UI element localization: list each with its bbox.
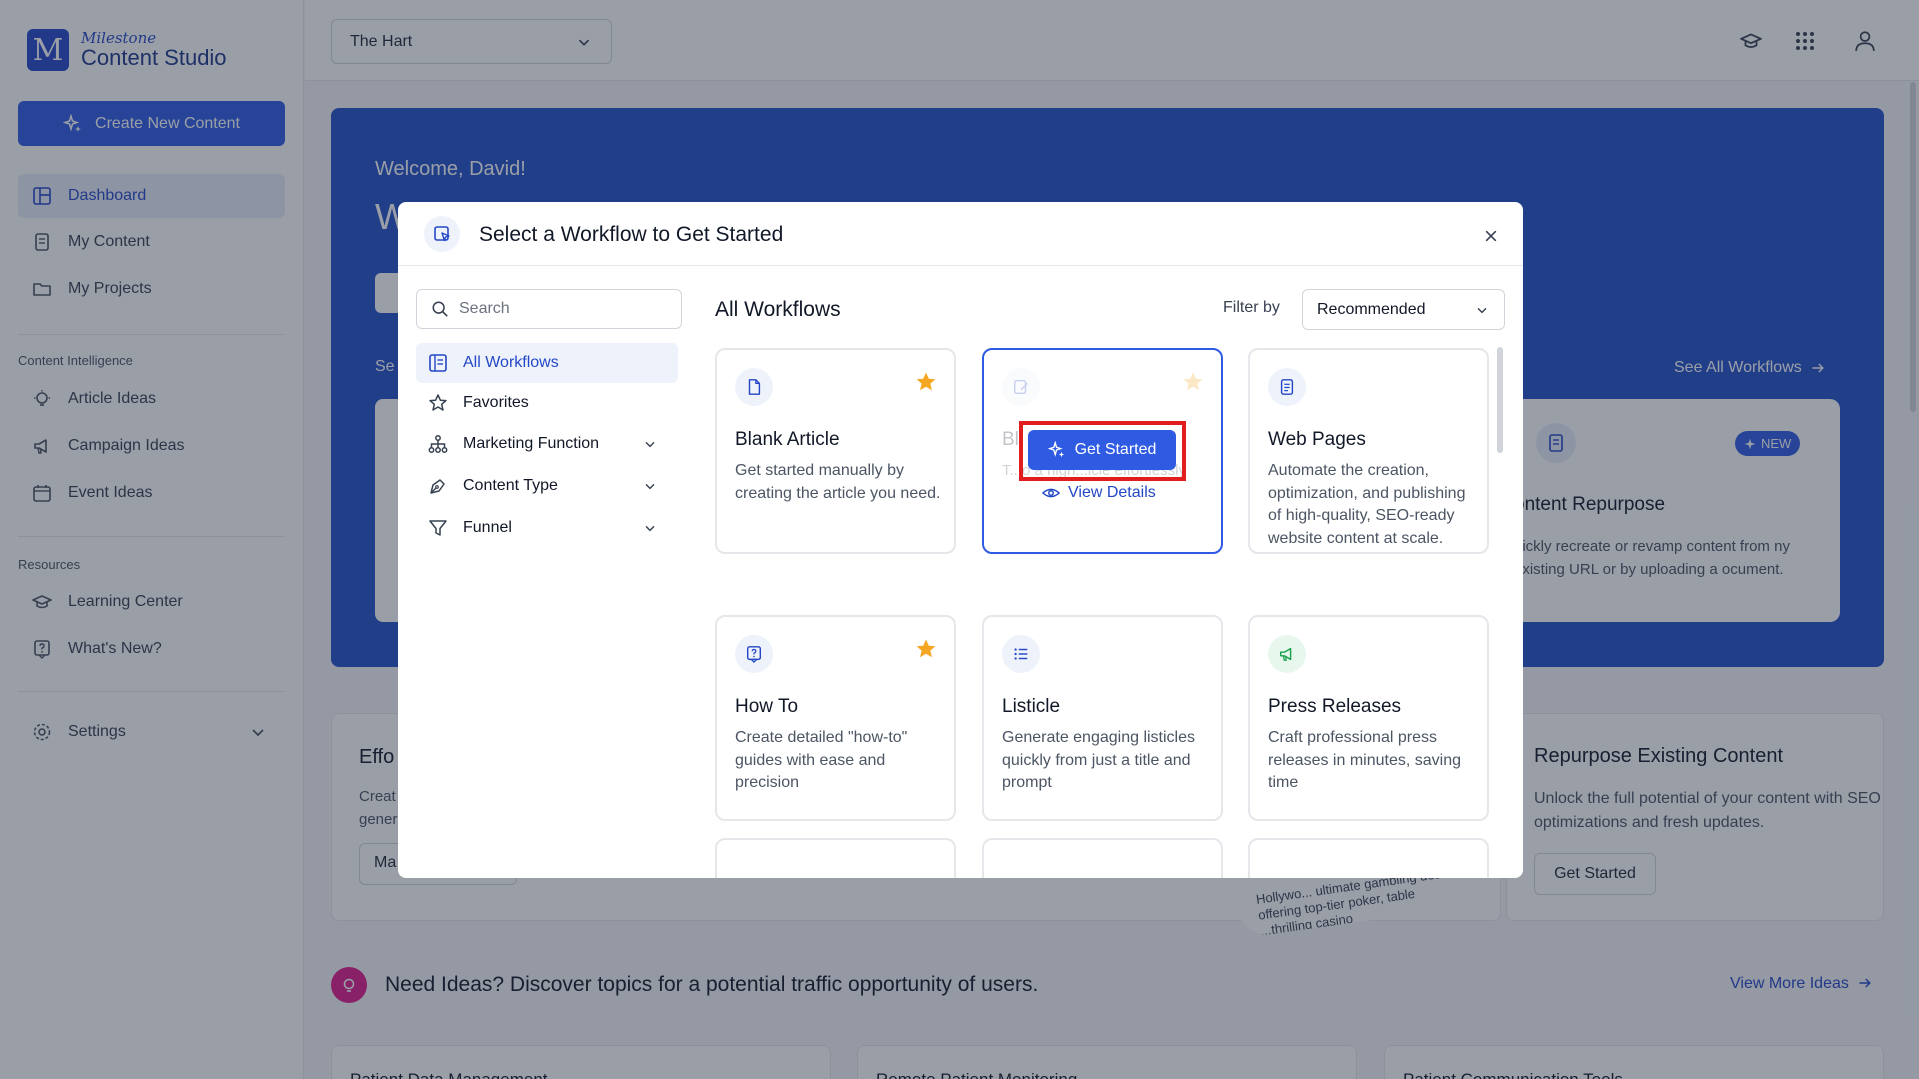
list-icon <box>429 354 447 372</box>
workflow-card-web-pages[interactable]: Web Pages Automate the creation, optimiz… <box>1248 348 1489 554</box>
workflow-card-title: Press Releases <box>1268 696 1402 717</box>
workflow-card-description: Automate the creation, optimization, and… <box>1268 462 1466 547</box>
help-doc-icon <box>735 635 773 673</box>
page-icon <box>1268 368 1306 406</box>
modal-scrollbar[interactable] <box>1497 347 1503 453</box>
workflow-card-description: Generate engaging listicles quickly from… <box>1002 729 1196 791</box>
workflow-card-title: Web Pages <box>1268 429 1366 450</box>
workflow-card[interactable] <box>715 838 956 878</box>
workflow-card-title: Blank Article <box>735 429 840 450</box>
view-details-label: View Details <box>1068 484 1156 501</box>
star-outline-icon <box>429 394 447 411</box>
highlight-box <box>1019 421 1186 481</box>
bulleted-list-icon <box>1002 635 1040 673</box>
workflow-card-how-to[interactable]: How To Create detailed "how-to" guides w… <box>715 615 956 821</box>
modal-nav-funnel[interactable]: Funnel <box>416 508 678 548</box>
workflow-card-description: Create detailed "how-to" guides with eas… <box>735 729 908 791</box>
search-input[interactable] <box>459 300 669 318</box>
modal-nav-label: All Workflows <box>463 354 559 371</box>
modal-header: Select a Workflow to Get Started <box>398 202 1523 266</box>
workflow-card-description: Get started manually by creating the art… <box>735 462 941 502</box>
modal-title: Select a Workflow to Get Started <box>479 223 784 246</box>
chevron-down-icon <box>645 525 655 532</box>
workflow-card-description: Craft professional press releases in min… <box>1268 729 1461 791</box>
workflow-card-title: Bl <box>1002 429 1019 450</box>
modal-nav-label: Content Type <box>463 477 558 494</box>
modal-nav-all-workflows[interactable]: All Workflows <box>416 343 678 383</box>
edit-doc-icon <box>1002 368 1040 406</box>
workflow-card-title: Listicle <box>1002 696 1061 717</box>
hierarchy-icon <box>428 435 448 453</box>
filter-select-value: Recommended <box>1317 300 1426 318</box>
workflow-card-hovered[interactable]: Bl T...o a high...icle effortlessly Get … <box>982 348 1223 554</box>
star-filled-icon[interactable] <box>915 371 937 393</box>
all-workflows-heading: All Workflows <box>715 298 841 321</box>
filter-label: Filter by <box>1223 299 1280 316</box>
chevron-down-icon <box>645 483 655 490</box>
file-icon <box>735 368 773 406</box>
workflow-card-press-releases[interactable]: Press Releases Craft professional press … <box>1248 615 1489 821</box>
close-icon[interactable] <box>1481 226 1501 246</box>
star-filled-icon[interactable] <box>1182 371 1204 393</box>
modal-nav-content-type[interactable]: Content Type <box>416 466 678 506</box>
workflow-card[interactable] <box>1248 838 1489 878</box>
modal-nav-label: Funnel <box>463 519 512 536</box>
workflow-card[interactable] <box>982 838 1223 878</box>
chevron-down-icon <box>645 441 655 448</box>
search-field[interactable] <box>416 289 682 329</box>
view-details-link[interactable]: View Details <box>1042 484 1156 502</box>
workflow-icon <box>424 216 460 252</box>
workflow-card-title: How To <box>735 696 799 717</box>
pen-nib-icon <box>430 479 445 494</box>
filter-select[interactable]: Recommended <box>1302 289 1505 330</box>
filter-icon <box>429 520 447 536</box>
modal-nav-label: Marketing Function <box>463 435 600 452</box>
search-icon <box>432 301 448 317</box>
eye-icon <box>1042 488 1060 498</box>
modal-nav-marketing-function[interactable]: Marketing Function <box>416 424 678 464</box>
workflow-card-listicle[interactable]: Listicle Generate engaging listicles qui… <box>982 615 1223 821</box>
star-filled-icon[interactable] <box>915 638 937 660</box>
modal-nav-favorites[interactable]: Favorites <box>416 383 678 423</box>
press-megaphone-icon <box>1268 635 1306 673</box>
workflow-card-blank-article[interactable]: Blank Article Get started manually by cr… <box>715 348 956 554</box>
workflow-modal: Select a Workflow to Get Started All Wor… <box>398 202 1523 878</box>
modal-nav-label: Favorites <box>463 394 529 411</box>
chevron-down-icon <box>1477 307 1487 313</box>
